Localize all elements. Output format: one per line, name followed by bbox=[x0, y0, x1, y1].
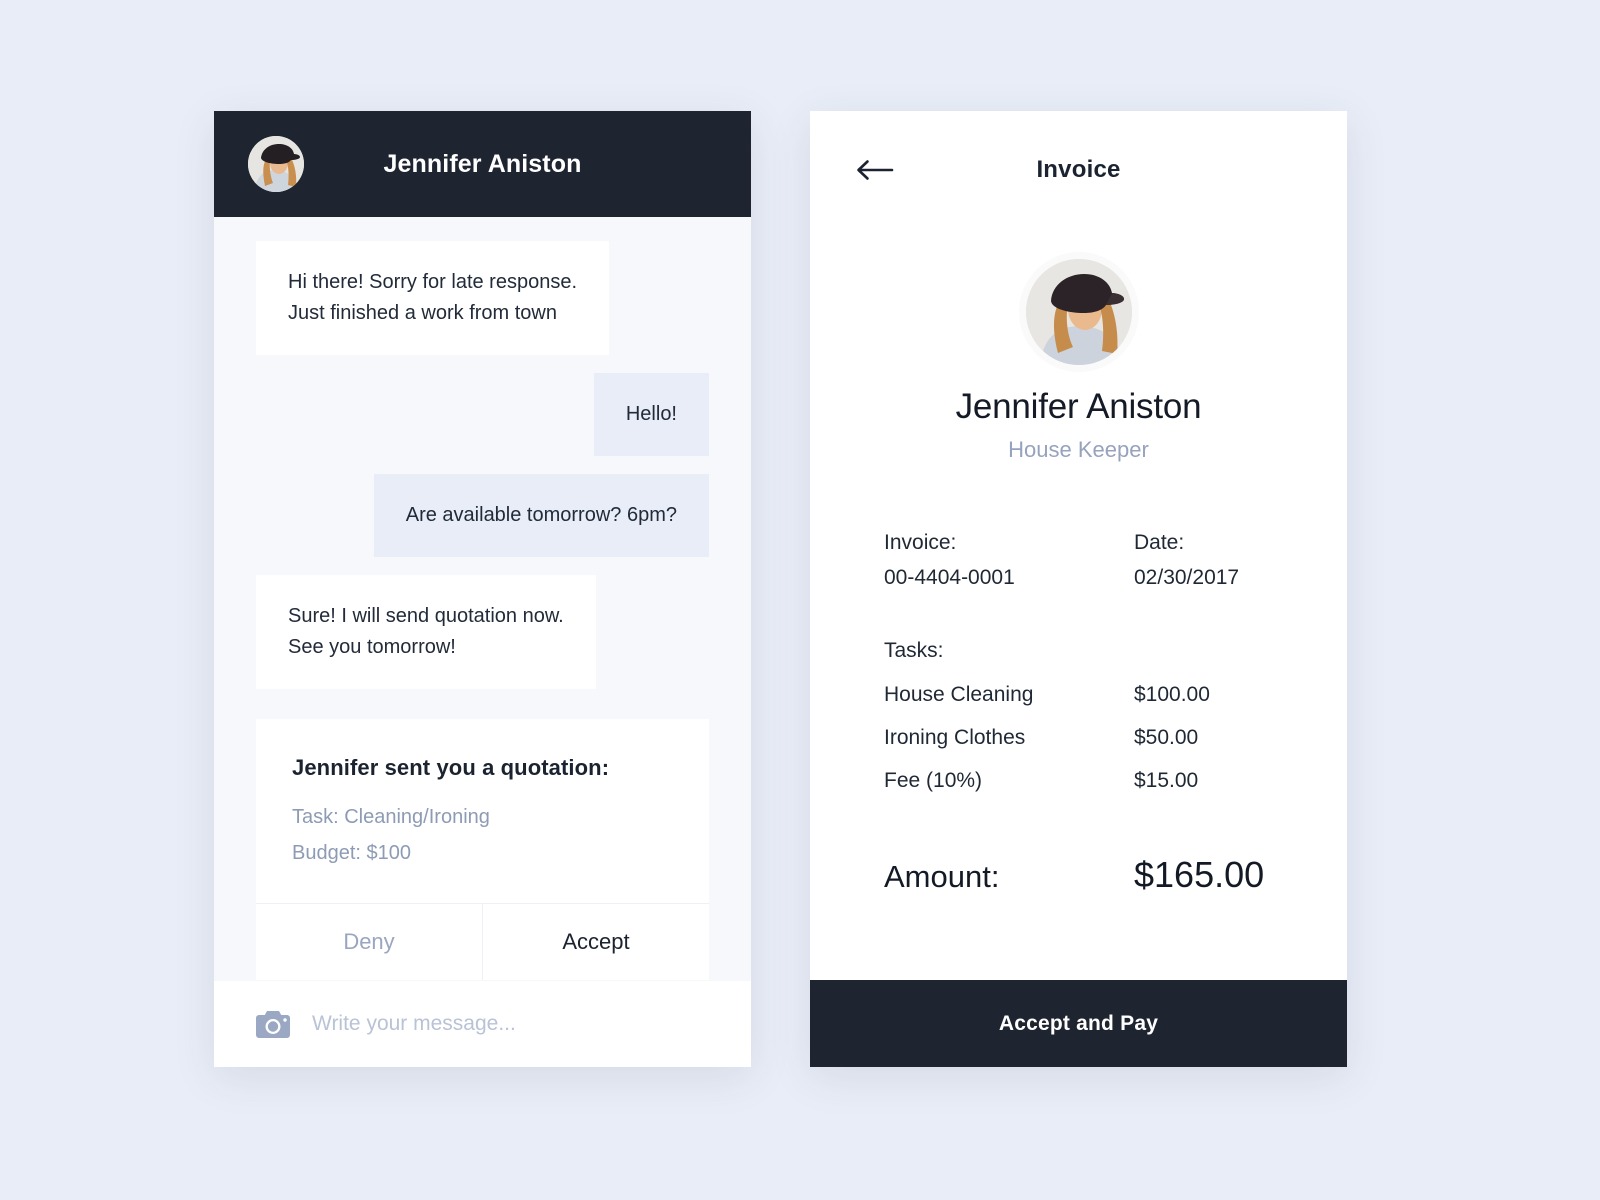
invoice-panel: Invoice Jennifer Aniston House Keeper In… bbox=[810, 111, 1347, 1067]
contact-role: House Keeper bbox=[1008, 437, 1149, 462]
table-row: Fee (10%) $15.00 bbox=[884, 759, 1273, 802]
message-input[interactable] bbox=[312, 1012, 709, 1036]
invoice-meta: Invoice: Date: 00-4404-0001 02/30/2017 bbox=[884, 525, 1273, 595]
task-price: $100.00 bbox=[1134, 683, 1210, 706]
table-row: Ironing Clothes $50.00 bbox=[884, 716, 1273, 759]
message-bubble-sent: Are available tomorrow? 6pm? bbox=[373, 474, 709, 557]
quotation-task-line: Task: Cleaning/Ironing bbox=[292, 806, 490, 828]
quotation-budget-line: Budget: $100 bbox=[292, 842, 411, 864]
invoice-total: Amount: $165.00 bbox=[884, 854, 1273, 896]
task-name: House Cleaning bbox=[884, 683, 1034, 706]
quotation-card-body: Jennifer sent you a quotation: Task: Cle… bbox=[256, 719, 709, 903]
contact-name: Jennifer Aniston bbox=[955, 387, 1202, 426]
invoice-number-label: Invoice: bbox=[884, 531, 957, 554]
avatar-photo bbox=[1025, 259, 1132, 365]
invoice-date-value: 02/30/2017 bbox=[1134, 566, 1240, 589]
invoice-details: Invoice: Date: 00-4404-0001 02/30/2017 T… bbox=[810, 463, 1347, 980]
message-composer bbox=[214, 981, 751, 1067]
total-label: Amount: bbox=[884, 859, 1000, 894]
message-list: Hi there! Sorry for late response. Just … bbox=[214, 217, 751, 981]
message-bubble-received: Hi there! Sorry for late response. Just … bbox=[256, 241, 610, 355]
screen: Jennifer Aniston Hi there! Sorry for lat… bbox=[0, 0, 1600, 1200]
quotation-title: Jennifer sent you a quotation: bbox=[292, 755, 610, 780]
invoice-number-value: 00-4404-0001 bbox=[884, 566, 1015, 589]
avatar[interactable] bbox=[248, 136, 304, 192]
message-row: Hi there! Sorry for late response. Just … bbox=[256, 241, 709, 355]
arrow-left-icon[interactable] bbox=[856, 159, 894, 181]
deny-button[interactable]: Deny bbox=[256, 904, 483, 980]
chat-contact-name: Jennifer Aniston bbox=[383, 149, 582, 178]
invoice-header: Invoice bbox=[810, 111, 1347, 229]
avatar-photo bbox=[248, 136, 304, 192]
table-row: House Cleaning $100.00 bbox=[884, 673, 1273, 716]
quotation-card: Jennifer sent you a quotation: Task: Cle… bbox=[256, 719, 709, 980]
message-bubble-received: Sure! I will send quotation now. See you… bbox=[256, 575, 596, 689]
task-price: $50.00 bbox=[1134, 726, 1199, 749]
accept-and-pay-button[interactable]: Accept and Pay bbox=[810, 980, 1347, 1067]
invoice-date-label: Date: bbox=[1134, 531, 1185, 554]
chat-panel: Jennifer Aniston Hi there! Sorry for lat… bbox=[214, 111, 751, 1067]
message-row: Sure! I will send quotation now. See you… bbox=[256, 575, 709, 689]
accept-button[interactable]: Accept bbox=[483, 904, 709, 980]
task-name: Ironing Clothes bbox=[884, 726, 1026, 749]
tasks-label: Tasks: bbox=[884, 639, 944, 662]
chat-header: Jennifer Aniston bbox=[214, 111, 751, 217]
total-value: $165.00 bbox=[1134, 854, 1265, 895]
invoice-profile: Jennifer Aniston House Keeper bbox=[810, 229, 1347, 463]
message-bubble-sent: Hello! bbox=[593, 373, 709, 456]
task-price: $15.00 bbox=[1134, 769, 1199, 792]
quotation-actions: Deny Accept bbox=[256, 903, 709, 980]
task-name: Fee (10%) bbox=[884, 769, 983, 792]
camera-icon[interactable] bbox=[256, 1010, 290, 1038]
message-row: Are available tomorrow? 6pm? bbox=[256, 474, 709, 557]
message-row: Hello! bbox=[256, 373, 709, 456]
avatar bbox=[1025, 259, 1132, 365]
